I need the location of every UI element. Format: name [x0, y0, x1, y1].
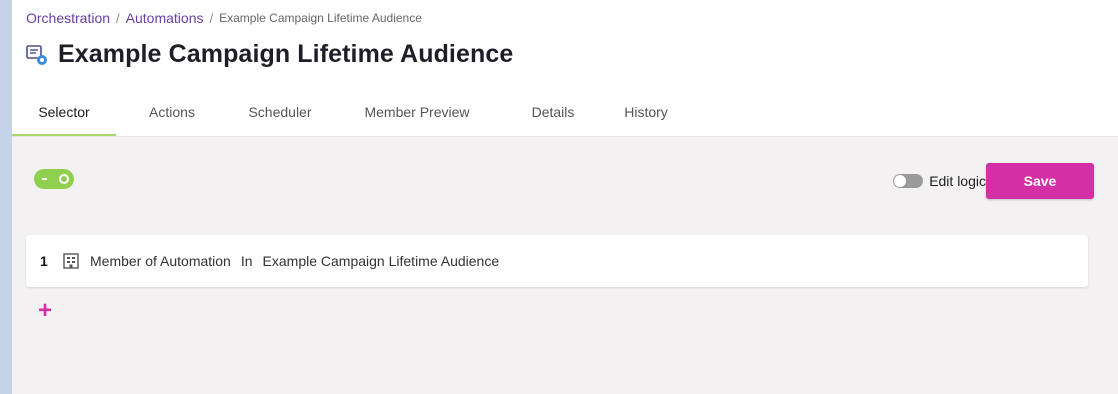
edit-logic-label: Edit logic [929, 173, 986, 189]
selector-panel: Edit logic Save 1 Member of Automation I… [12, 136, 1118, 394]
rule-value: Example Campaign Lifetime Audience [262, 253, 500, 269]
tab-history[interactable]: History [604, 88, 688, 136]
save-button[interactable]: Save [986, 163, 1094, 199]
enabled-toggle[interactable] [34, 169, 74, 189]
rule-number: 1 [40, 253, 48, 269]
tab-actions[interactable]: Actions [116, 88, 228, 136]
automation-icon [26, 44, 48, 66]
tab-bar: Selector Actions Scheduler Member Previe… [12, 88, 688, 136]
tab-details[interactable]: Details [502, 88, 604, 136]
app-frame: Orchestration / Automations / Example Ca… [12, 0, 1118, 394]
breadcrumb-separator: / [209, 10, 214, 26]
add-rule-button[interactable]: + [38, 299, 52, 323]
tab-member-preview[interactable]: Member Preview [332, 88, 502, 136]
breadcrumb-automations[interactable]: Automations [126, 10, 204, 26]
title-row: Example Campaign Lifetime Audience [26, 40, 513, 69]
page-title: Example Campaign Lifetime Audience [58, 40, 514, 68]
toggle-knob [59, 174, 69, 184]
rule-field: Member of Automation [90, 253, 231, 269]
toggle-dash [42, 178, 47, 180]
selector-rule-row[interactable]: 1 Member of Automation In Example Campai… [26, 235, 1088, 287]
tab-selector[interactable]: Selector [12, 88, 116, 136]
rule-operator: In [240, 253, 253, 269]
breadcrumb-current: Example Campaign Lifetime Audience [219, 11, 422, 25]
tab-scheduler[interactable]: Scheduler [228, 88, 332, 136]
breadcrumb-orchestration[interactable]: Orchestration [26, 10, 110, 26]
breadcrumb: Orchestration / Automations / Example Ca… [26, 10, 422, 26]
building-icon [62, 253, 80, 269]
breadcrumb-separator: / [116, 10, 120, 26]
page-header: Orchestration / Automations / Example Ca… [12, 0, 1118, 136]
edit-logic-switch[interactable] [893, 174, 924, 188]
switch-knob [894, 175, 907, 187]
edit-logic-toggle[interactable]: Edit logic [893, 173, 986, 189]
